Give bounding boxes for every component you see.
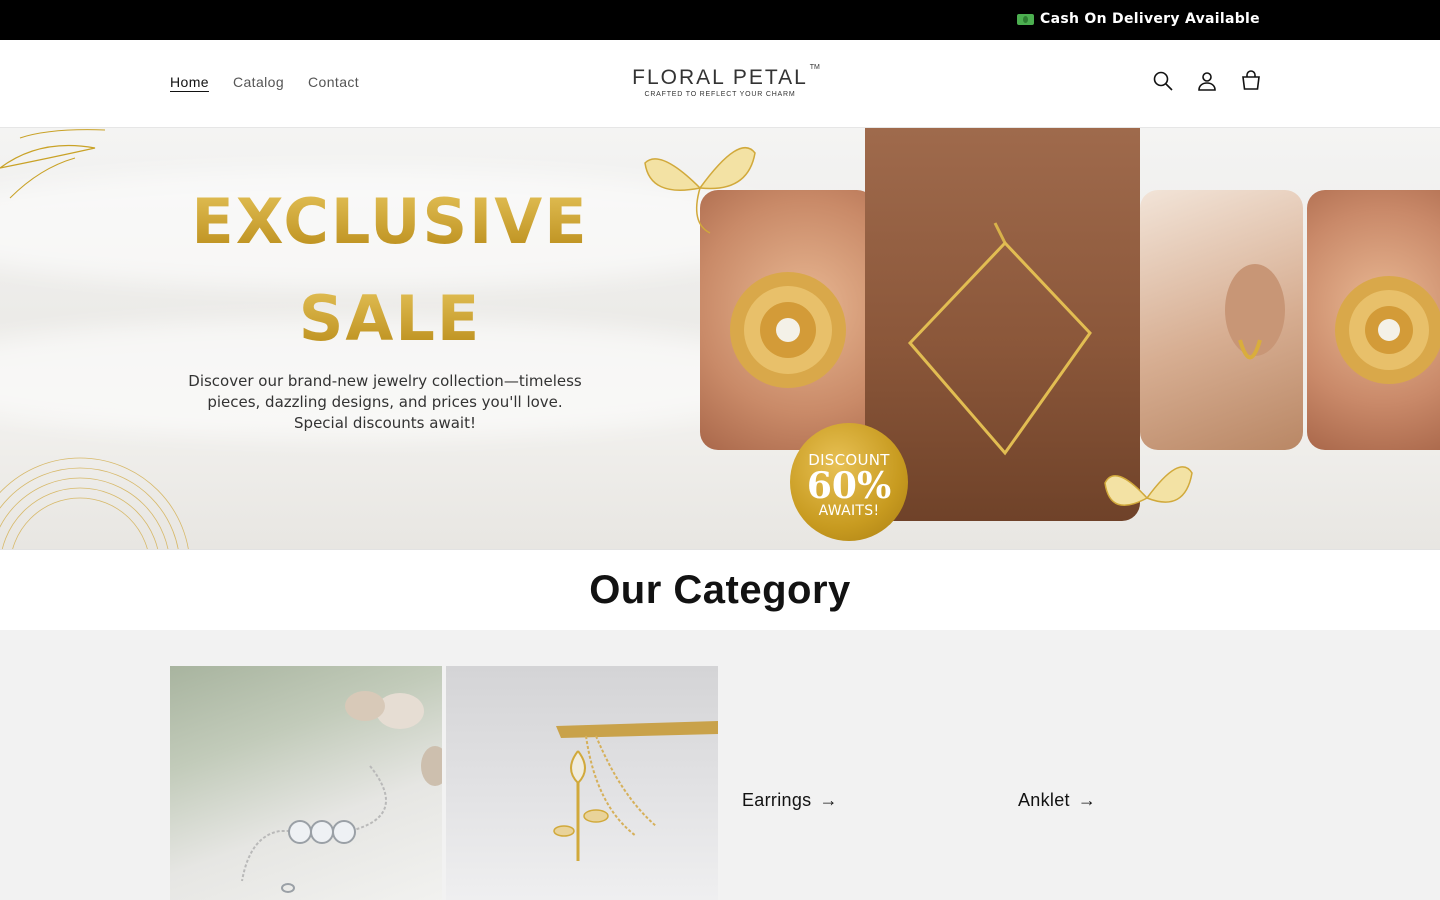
hero-banner[interactable]: EXCLUSIVE SALE Discover our brand-new je…: [0, 128, 1440, 549]
butterfly-icon: [644, 147, 756, 234]
header-icons: [1150, 68, 1264, 94]
bracelet-photo-icon: [241, 691, 442, 893]
nav-catalog[interactable]: Catalog: [233, 74, 284, 90]
announcement-label: Cash On Delivery Available: [1040, 11, 1260, 27]
category-grid: Earrings → Anklet →: [0, 630, 1440, 900]
nav-home[interactable]: Home: [170, 74, 209, 90]
announcement-text: Cash On Delivery Available: [1017, 11, 1260, 27]
hero-title-line2: SALE: [180, 288, 600, 350]
necklace-photo-icon: [553, 721, 718, 861]
category-card-bracelet[interactable]: [170, 666, 442, 900]
announcement-bar: Cash On Delivery Available: [0, 0, 1440, 40]
logo-name: FLORAL PETAL TM: [632, 64, 820, 89]
cash-icon: [1017, 13, 1034, 25]
hero-description: Discover our brand-new jewelry collectio…: [188, 372, 582, 432]
category-link-anklet[interactable]: Anklet →: [1018, 790, 1096, 811]
category-label-earrings: Earrings: [742, 790, 812, 810]
cart-icon[interactable]: [1238, 68, 1264, 94]
badge-percent: 60%: [806, 465, 892, 507]
logo-trademark: TM: [809, 64, 820, 71]
account-icon[interactable]: [1194, 68, 1220, 94]
main-nav: Home Catalog Contact: [170, 74, 383, 90]
nav-contact[interactable]: Contact: [308, 74, 359, 90]
hero-title-line1: EXCLUSIVE: [180, 191, 600, 253]
model-huggie-earring-icon: [1225, 264, 1285, 360]
ring-decoration-icon: [0, 457, 189, 549]
arrow-right-icon: →: [819, 790, 838, 810]
arrow-right-icon: →: [1077, 790, 1097, 810]
earring-flower-photo-2: [1307, 190, 1440, 450]
logo-tagline: CRAFTED TO REFLECT YOUR CHARM: [644, 91, 796, 98]
category-link-earrings[interactable]: Earrings →: [742, 790, 838, 811]
gold-flower-earring-icon: [1335, 276, 1440, 384]
store-logo[interactable]: FLORAL PETAL TM CRAFTED TO REFLECT YOUR …: [632, 64, 820, 98]
search-icon[interactable]: [1150, 68, 1176, 94]
model-earring-photo: [1140, 190, 1303, 450]
category-card-necklace[interactable]: [446, 666, 718, 900]
discount-badge: DISCOUNT 60% AWAITS!: [790, 423, 908, 541]
butterfly-icon: [1104, 466, 1193, 506]
category-heading-band: Our Category: [0, 549, 1440, 630]
site-header: Home Catalog Contact FLORAL PETAL TM CRA…: [0, 40, 1440, 128]
category-label-anklet: Anklet: [1018, 790, 1070, 810]
category-heading: Our Category: [589, 568, 851, 612]
leaf-decoration-icon: [0, 129, 106, 199]
